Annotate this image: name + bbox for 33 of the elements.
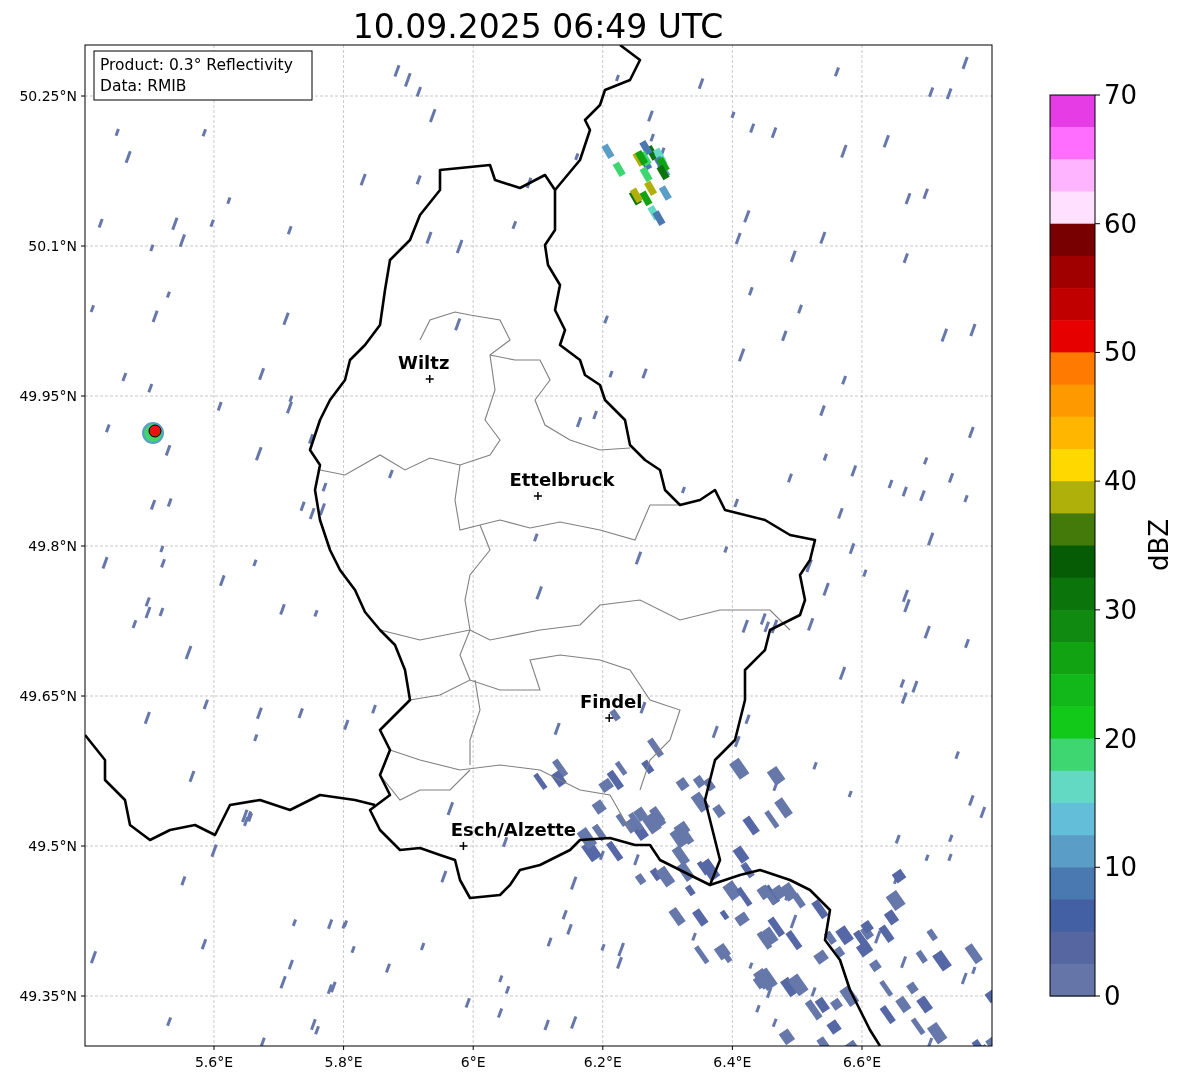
city-label: Wiltz [398, 352, 450, 373]
axis-tick-label: 5.6°E [194, 1054, 234, 1070]
colorbar-tick-label: 70 [1104, 80, 1138, 110]
city-label: Findel [579, 691, 643, 712]
axis-tick-label: 49.35°N [19, 988, 77, 1004]
axis-tick-label: 6.4°E [713, 1054, 752, 1070]
colorbar-tick-label: 20 [1104, 723, 1138, 754]
colorbar-tick-label: 0 [1104, 981, 1121, 1011]
colorbar-tick-label: 30 [1104, 594, 1138, 625]
city-marker-icon [604, 713, 614, 723]
colorbar-tick-label: 10 [1104, 852, 1138, 883]
colorbar-tick-label: 50 [1104, 337, 1138, 368]
legend-text: Product: 0.3° Reflectivity [100, 56, 293, 74]
city-label: Esch/Alzette [450, 819, 577, 840]
axis-tick-label: 49.65°N [19, 688, 77, 704]
city-marker-icon [425, 374, 435, 384]
city-label: Ettelbruck [509, 469, 615, 490]
colorbar-tick-label: 40 [1104, 466, 1138, 497]
city-marker-icon [458, 841, 469, 851]
axis-tick-label: 49.8°N [28, 538, 77, 554]
axis-tick-label: 49.95°N [19, 388, 77, 404]
axis-tick-label: 5.8°E [324, 1054, 363, 1070]
axis-tick-label: 6°E [460, 1054, 486, 1070]
axis-tick-label: 6.2°E [583, 1054, 622, 1070]
axis-tick-label: 6.6°E [842, 1054, 882, 1070]
axis-tick-label: 50.25°N [19, 88, 77, 104]
chart-title: 10.09.2025 06:49 UTC [352, 7, 724, 46]
legend-text: Data: RMIB [100, 77, 187, 95]
colorbar-label: dBZ [1144, 518, 1174, 572]
axis-tick-label: 49.5°N [28, 838, 77, 854]
city-marker-icon [533, 491, 543, 501]
colorbar-tick-label: 60 [1104, 208, 1138, 239]
axis-tick-label: 50.1°N [28, 238, 77, 254]
